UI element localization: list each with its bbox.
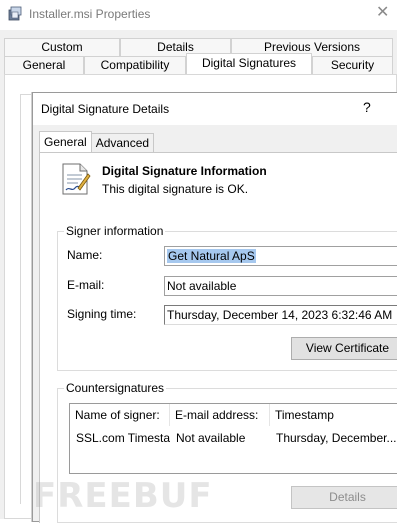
row-signer-timestamp[interactable]: Thursday, December... [271,431,397,445]
column-email-address[interactable]: E-mail address: [170,404,270,426]
tab-custom[interactable]: Custom [4,38,120,56]
email-label: E-mail: [67,278,105,292]
countersignatures-group-label: Countersignatures [64,381,167,395]
certificate-document-icon [62,163,91,195]
details-button: Details [291,486,397,509]
signature-details-dialog: Digital Signature Details ? General Adva… [32,92,397,523]
signer-name-field[interactable]: Get Natural ApS [164,246,397,266]
tab-compatibility[interactable]: Compatibility [84,56,186,74]
dialog-tabs: General Advanced [39,131,155,153]
tab-general[interactable]: General [4,56,84,74]
dialog-tab-general[interactable]: General [39,131,92,153]
row-signer-name[interactable]: SSL.com Timesta... [71,431,170,445]
dialog-tab-advanced[interactable]: Advanced [91,133,155,153]
name-label: Name: [67,248,103,262]
properties-titlebar: Installer.msi Properties ✕ [0,0,397,30]
countersignatures-list[interactable]: Name of signer: E-mail address: Timestam… [69,403,397,474]
signature-list-edge [20,94,32,504]
dialog-titlebar: Digital Signature Details ? [33,93,397,125]
tab-security[interactable]: Security [312,56,393,74]
column-timestamp[interactable]: Timestamp [270,404,397,426]
row-signer-email[interactable]: Not available [171,431,270,445]
view-certificate-button[interactable]: View Certificate [291,337,397,360]
signing-time-field[interactable]: Thursday, December 14, 2023 6:32:46 AM [164,305,397,325]
tab-row-bottom: General Compatibility Digital Signatures… [4,53,393,75]
signer-group-label: Signer information [64,224,166,238]
signer-email-field[interactable]: Not available [164,276,397,296]
signing-time-label: Signing time: [67,307,137,321]
column-name-of-signer[interactable]: Name of signer: [70,404,170,426]
close-icon[interactable]: ✕ [376,4,389,22]
signer-name-value: Get Natural ApS [167,249,256,263]
properties-window-title: Installer.msi Properties [29,7,151,21]
tab-digital-signatures[interactable]: Digital Signatures [186,53,312,75]
freebuf-watermark: FREEBUF [33,476,213,516]
installer-icon [8,6,22,21]
signature-status-text: This digital signature is OK. [102,182,249,196]
signature-info-heading: Digital Signature Information [102,164,267,178]
help-icon[interactable]: ? [363,99,371,115]
dialog-title: Digital Signature Details [41,102,170,116]
